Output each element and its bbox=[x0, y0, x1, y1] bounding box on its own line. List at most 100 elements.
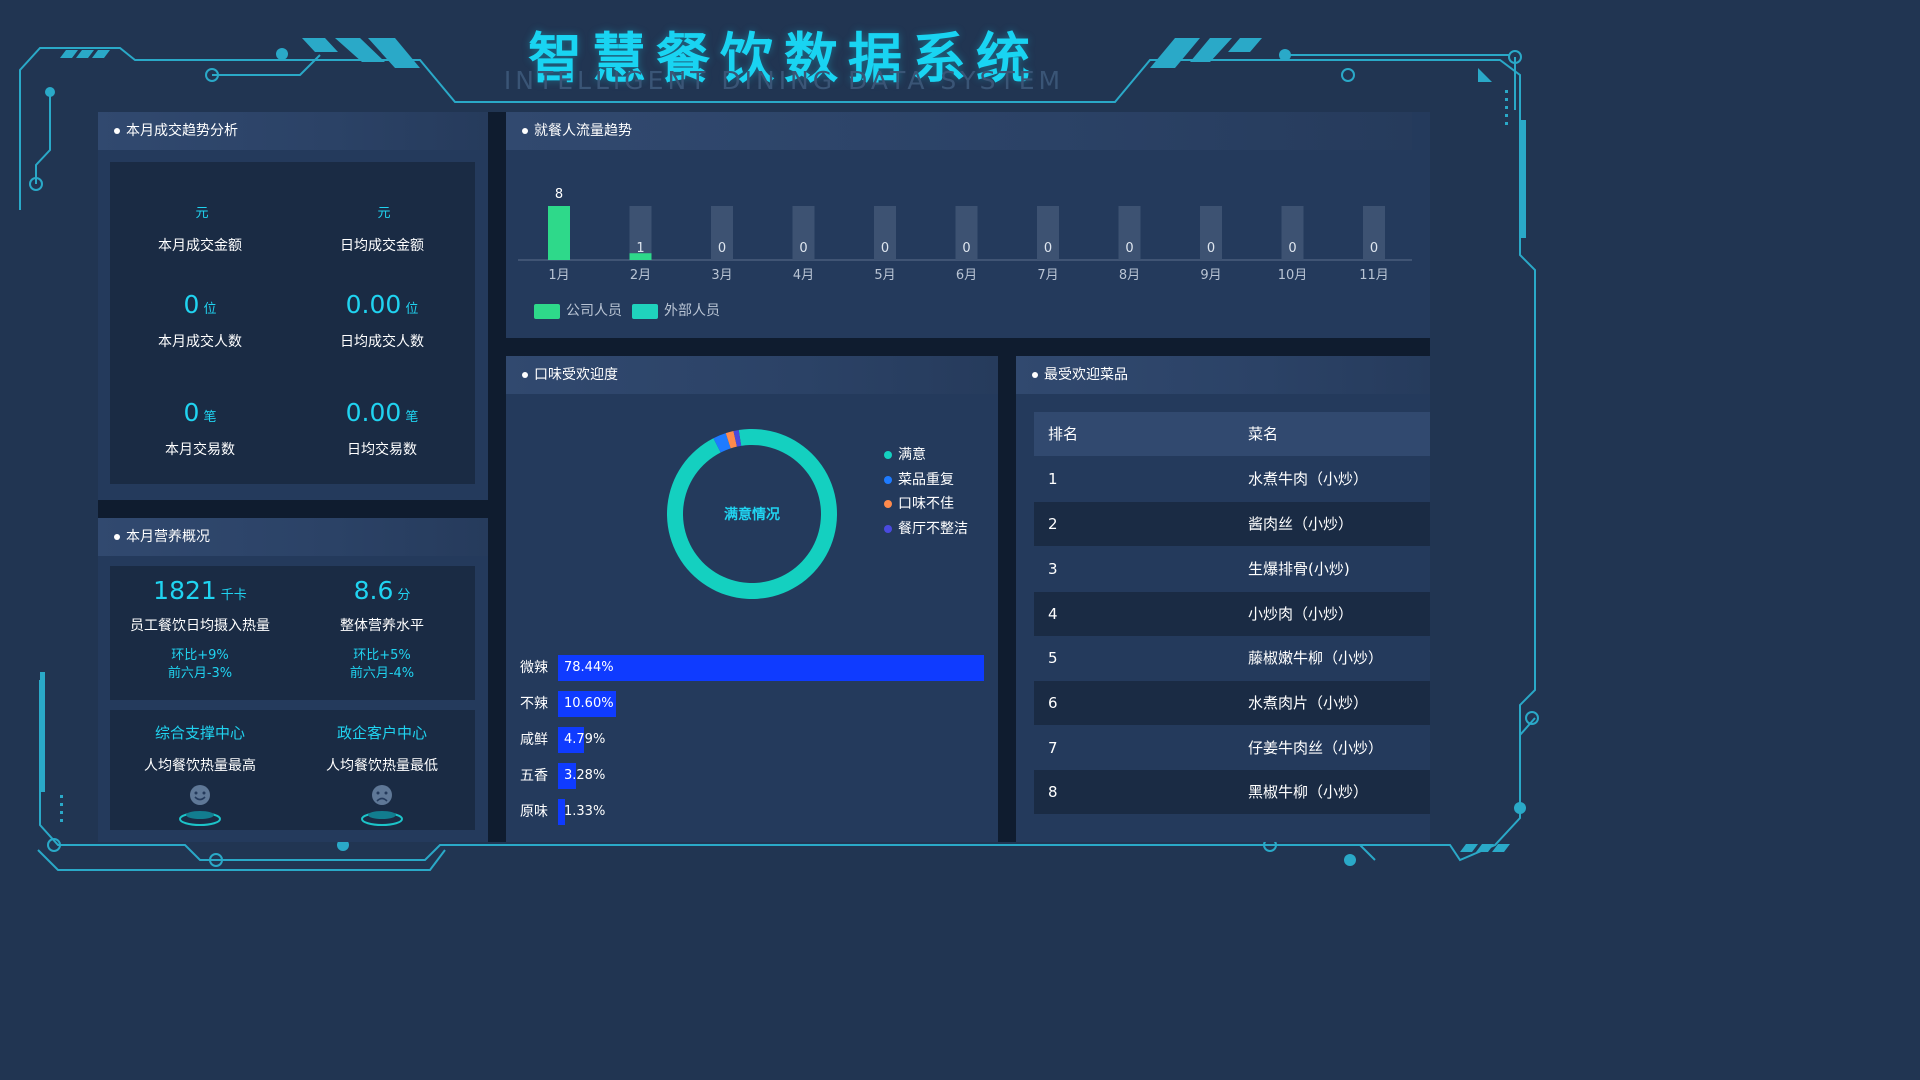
legend-label: 口味不佳 bbox=[898, 496, 954, 512]
cell-name: 水煮牛肉（小炒） bbox=[1248, 470, 1369, 488]
table-row[interactable]: 4 小炒肉（小炒） bbox=[1034, 592, 1430, 636]
flow-bar[interactable] bbox=[548, 206, 570, 260]
monthly-trend-title: 本月成交趋势分析 bbox=[98, 112, 488, 150]
taste-category-label: 原味 bbox=[520, 804, 548, 820]
taste-bar[interactable] bbox=[558, 655, 984, 681]
kpi-unit: 笔 bbox=[405, 410, 419, 425]
kpi-six-months: 前六月-3% bbox=[167, 666, 233, 681]
donut-legend-item[interactable]: 餐厅不整洁 bbox=[884, 518, 968, 538]
cell-rank: 1 bbox=[1048, 470, 1058, 488]
table-row[interactable]: 5 藤椒嫩牛柳（小炒） bbox=[1034, 636, 1430, 680]
cell-name: 黑椒牛柳（小炒） bbox=[1248, 783, 1369, 801]
bar-value-label: 0 bbox=[1288, 241, 1296, 256]
legend-label: 外部人员 bbox=[664, 303, 720, 319]
donut-legend-item[interactable]: 口味不佳 bbox=[884, 493, 954, 513]
taste-bar-row: 微辣 78.44% bbox=[520, 655, 990, 681]
table-row[interactable]: 7 仔姜牛肉丝（小炒） bbox=[1034, 726, 1430, 770]
taste-bar-row: 咸鲜 4.79% bbox=[520, 727, 990, 753]
x-tick-label: 9月 bbox=[1200, 268, 1221, 283]
x-tick-label: 1月 bbox=[548, 268, 569, 283]
taste-title: 口味受欢迎度 bbox=[506, 356, 998, 394]
taste-category-label: 咸鲜 bbox=[520, 732, 548, 748]
cell-rank: 4 bbox=[1048, 605, 1058, 623]
kpi-calories: 1821 千卡 员工餐饮日均摄入热量 环比+9% 前六月-3% bbox=[110, 576, 290, 683]
kpi-nutrition-score: 8.6 分 整体营养水平 环比+5% 前六月-4% bbox=[292, 576, 472, 683]
taste-bar-row: 五香 3.28% bbox=[520, 763, 990, 789]
dishes-table: 排名 菜名 1 水煮牛肉（小炒） 2 酱肉丝（小炒） 3 生爆排骨(小炒) 4 … bbox=[1034, 412, 1430, 814]
legend-dot bbox=[884, 524, 892, 533]
center-lowest: 政企客户中心 人均餐饮热量最低 bbox=[292, 722, 472, 831]
taste-percent-label: 78.44% bbox=[564, 660, 614, 675]
kpi-unit: 位 bbox=[405, 302, 419, 317]
taste-category-label: 五香 bbox=[520, 768, 548, 784]
kpi-daily-deals: 0.00 笔 日均交易数 bbox=[292, 398, 472, 459]
bar-value-label: 0 bbox=[881, 241, 889, 256]
header-name: 菜名 bbox=[1248, 425, 1279, 443]
cell-name: 小炒肉（小炒） bbox=[1248, 605, 1354, 623]
kpi-mom: 环比+5% bbox=[353, 648, 411, 663]
legend-company: 公司人员 bbox=[534, 300, 622, 320]
kpi-value: 8.6 bbox=[353, 576, 394, 605]
taste-percent-label: 4.79% bbox=[564, 732, 606, 747]
center-desc: 人均餐饮热量最高 bbox=[144, 758, 256, 774]
taste-percent-label: 3.28% bbox=[564, 768, 606, 783]
flow-trend-panel: 就餐人流量趋势 8 1月 1 2月 0 3月 0 4月 0 5月 0 6月 0 7月 0 8月 0 9月 0 10月 0… bbox=[506, 112, 1430, 338]
kpi-unit: 千卡 bbox=[220, 588, 247, 603]
cell-rank: 7 bbox=[1048, 739, 1058, 757]
kpi-month-amount: 元 本月成交金额 bbox=[110, 194, 290, 255]
taste-category-label: 微辣 bbox=[520, 660, 548, 676]
taste-percent-label: 10.60% bbox=[564, 696, 614, 711]
cell-name: 藤椒嫩牛柳（小炒） bbox=[1248, 649, 1384, 667]
bar-value-label: 1 bbox=[636, 241, 644, 256]
table-row[interactable]: 8 黑椒牛柳（小炒） bbox=[1034, 770, 1430, 814]
bar-value-label: 0 bbox=[962, 241, 970, 256]
kpi-label: 整体营养水平 bbox=[340, 618, 424, 634]
kpi-label: 员工餐饮日均摄入热量 bbox=[130, 618, 270, 634]
donut-center-label: 满意情况 bbox=[724, 506, 780, 523]
legend-dot bbox=[884, 451, 892, 459]
x-tick-label: 3月 bbox=[711, 268, 732, 283]
satisfaction-donut-chart: 满意情况 bbox=[667, 429, 837, 599]
donut-legend-item[interactable]: 菜品重复 bbox=[884, 469, 954, 489]
kpi-value: 0.00 bbox=[345, 398, 402, 427]
x-tick-label: 6月 bbox=[956, 268, 977, 283]
table-row[interactable]: 3 生爆排骨(小炒) bbox=[1034, 547, 1430, 591]
kpi-label: 本月成交金额 bbox=[158, 238, 242, 254]
kpi-unit: 分 bbox=[397, 588, 411, 603]
kpi-unit: 元 bbox=[195, 206, 209, 221]
table-row[interactable]: 2 酱肉丝（小炒） bbox=[1034, 502, 1430, 546]
cell-rank: 2 bbox=[1048, 515, 1058, 533]
x-tick-label: 8月 bbox=[1119, 268, 1140, 283]
dishes-title: 最受欢迎菜品 bbox=[1016, 356, 1430, 394]
kpi-month-deals: 0笔 本月交易数 bbox=[110, 398, 290, 459]
cell-name: 酱肉丝（小炒） bbox=[1248, 515, 1354, 533]
legend-label: 满意 bbox=[898, 447, 926, 463]
monthly-trend-panel: 本月成交趋势分析 元 本月成交金额 元 日均成交金额 0位 本月成交人数 0.0… bbox=[98, 112, 488, 500]
gutter-vertical bbox=[488, 112, 506, 842]
cell-name: 仔姜牛肉丝（小炒） bbox=[1248, 739, 1384, 757]
kpi-value: 0.00 bbox=[345, 290, 402, 319]
center-name: 政企客户中心 bbox=[336, 724, 427, 742]
legend-label: 公司人员 bbox=[566, 303, 622, 319]
legend-external: 外部人员 bbox=[632, 300, 720, 320]
kpi-unit: 笔 bbox=[203, 410, 217, 425]
table-header: 排名 菜名 bbox=[1034, 412, 1430, 456]
gutter-bottom bbox=[998, 356, 1016, 842]
taste-category-label: 不辣 bbox=[520, 696, 548, 712]
legend-label: 菜品重复 bbox=[898, 471, 954, 488]
x-tick-label: 5月 bbox=[874, 268, 895, 283]
smile-face-icon bbox=[179, 785, 221, 826]
donut-legend-item[interactable]: 满意 bbox=[884, 444, 926, 464]
cell-rank: 6 bbox=[1048, 694, 1058, 712]
taste-bar-row: 原味 1.33% bbox=[520, 799, 990, 825]
legend-dot bbox=[884, 500, 892, 508]
kpi-daily-amount: 元 日均成交金额 bbox=[292, 194, 472, 255]
kpi-unit: 位 bbox=[203, 302, 217, 317]
flow-trend-title: 就餐人流量趋势 bbox=[506, 112, 1412, 150]
bar-value-label: 0 bbox=[718, 241, 726, 256]
cell-rank: 5 bbox=[1048, 649, 1058, 667]
bar-value-label: 0 bbox=[799, 241, 807, 256]
table-row[interactable]: 6 水煮肉片（小炒） bbox=[1034, 681, 1430, 725]
cell-rank: 8 bbox=[1048, 783, 1058, 801]
table-row[interactable]: 1 水煮牛肉（小炒） bbox=[1034, 457, 1430, 501]
